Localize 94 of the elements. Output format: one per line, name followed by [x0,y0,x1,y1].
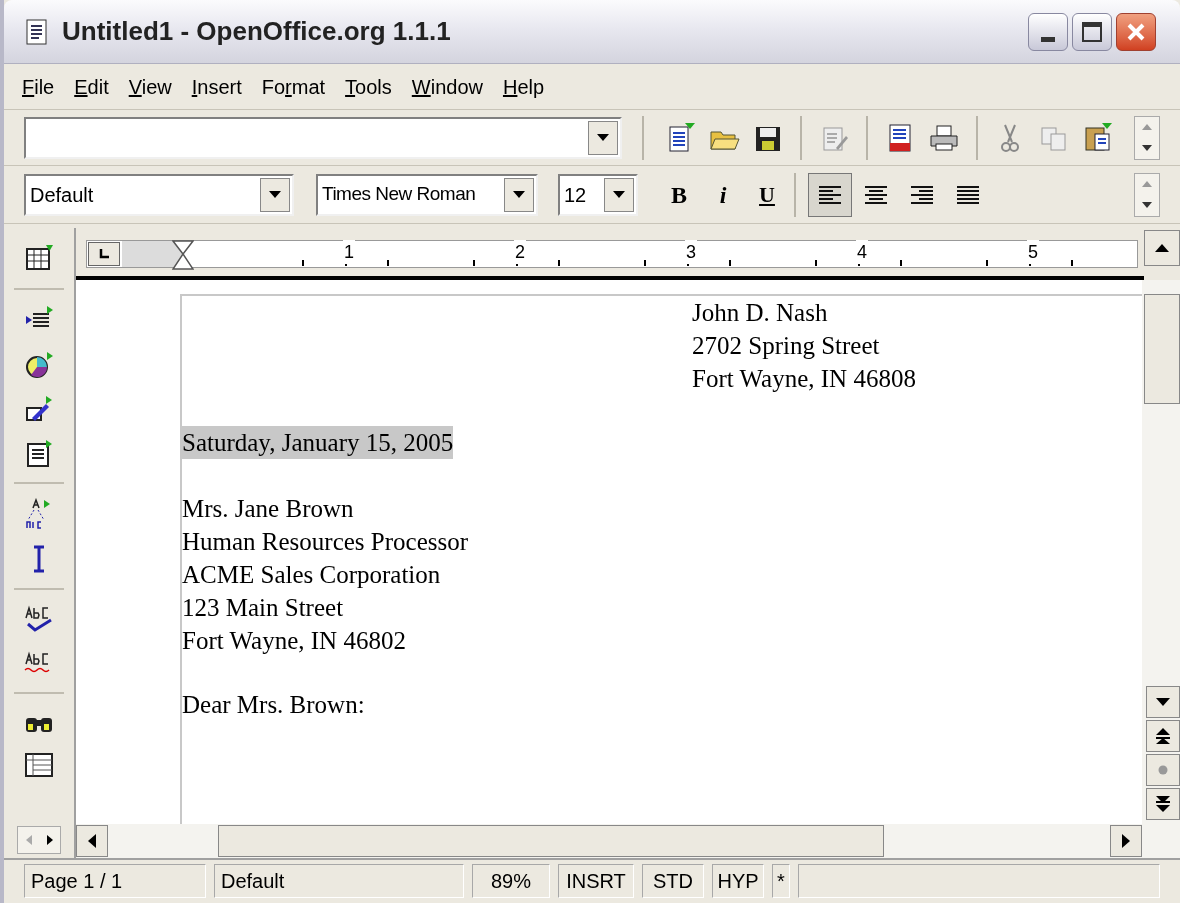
up-arrow-icon [1142,124,1152,130]
scroll-down-button[interactable] [1146,686,1180,718]
window-title: Untitled1 - OpenOffice.org 1.1.1 [62,15,452,48]
dropdown-button[interactable] [504,177,534,212]
down-arrow-icon [1142,145,1152,151]
ruler-number: 3 [685,240,697,264]
minimize-icon [1041,36,1055,42]
data-sources-icon[interactable] [23,750,55,780]
align-justify-icon [957,185,979,204]
menu-item[interactable]: View [118,68,182,105]
maximize-button[interactable] [1072,12,1112,51]
menu-item[interactable]: Tools [335,68,402,105]
hyperlink-mode: HYP [712,864,764,898]
right-arrow-icon [1122,834,1130,848]
align-left-button[interactable] [808,172,852,217]
combo-value: Default [29,182,95,208]
page-style: Default [214,864,464,898]
toolbar-scroll-buttons[interactable] [17,826,61,854]
bold-button[interactable]: B [664,176,694,213]
clipboard-icon[interactable] [1082,121,1114,154]
document-icon[interactable] [24,438,54,468]
ruler-number: 2 [514,240,526,264]
circle-icon [1158,765,1168,775]
ruler-number: 5 [1027,240,1039,264]
zoom-level: 89% [472,864,550,898]
up-arrow-icon [1155,244,1169,252]
menu-item[interactable]: Help [492,68,555,105]
pie-chart-icon[interactable] [24,350,54,380]
document-icon [24,17,50,46]
toolbar-scroll-buttons[interactable] [1134,115,1160,160]
maximize-icon [1082,21,1102,42]
modified-indicator: * [772,864,790,898]
double-down-arrow-icon [1156,796,1170,812]
menu-item[interactable]: File [12,68,65,105]
next-page-button[interactable] [1146,788,1180,820]
font-name-combo[interactable]: Times New Roman [316,173,538,216]
dropdown-button[interactable] [260,177,290,212]
left-arrow-icon [88,834,96,848]
menu-item[interactable]: Edit [64,68,119,105]
menu-item[interactable]: Window [401,68,493,105]
caret-icon [613,191,625,198]
scroll-thumb[interactable] [218,825,884,857]
paragraph-style-combo[interactable]: Default [24,173,294,216]
font-size-combo[interactable]: 12 [558,173,638,216]
dropdown-button[interactable] [588,120,618,155]
minimize-button[interactable] [1028,12,1068,51]
scroll-thumb[interactable] [1144,294,1180,404]
left-tab-icon [99,249,109,259]
toolbar-scroll-buttons[interactable] [1134,172,1160,217]
pen-icon[interactable] [24,394,54,424]
underline-button[interactable]: U [752,176,782,213]
scroll-left-button[interactable] [76,825,108,857]
recipient-address-line: 123 Main Street [182,593,344,623]
align-right-icon [911,185,933,204]
menu-item[interactable]: Format [251,68,336,105]
ruler-number: 4 [856,240,868,264]
combo-value: 12 [563,182,588,208]
up-arrow-icon [1142,181,1152,187]
combo-value: Times New Roman [321,182,477,207]
sender-address-line: 2702 Spring Street [692,331,880,361]
scroll-up-button[interactable] [1144,230,1180,266]
sender-address-line: John D. Nash [692,298,828,328]
insert-mode: INSRT [558,864,634,898]
align-left-icon [819,185,841,204]
down-arrow-icon [1142,202,1152,208]
date-field: Saturday, January 15, 2005 [182,426,454,459]
selection-mode: STD [642,864,704,898]
salutation: Dear Mrs. Brown: [182,690,365,720]
italic-button[interactable]: i [708,176,738,213]
tab-stop-button[interactable] [88,242,120,266]
recipient-address-line: Human Resources Processor [182,527,469,557]
sender-address-line: Fort Wayne, IN 46808 [692,364,916,394]
indent-marker-icon[interactable] [172,240,194,270]
ruler-margin-shading [122,241,182,267]
recipient-address-line: ACME Sales Corporation [182,560,441,590]
recipient-address-line: Mrs. Jane Brown [182,494,354,524]
right-arrow-icon [46,835,53,845]
ruler-number: 1 [343,240,355,264]
scroll-right-button[interactable] [1110,825,1142,857]
previous-page-button[interactable] [1146,720,1180,752]
close-button[interactable] [1116,12,1156,51]
down-arrow-icon [1156,698,1170,706]
url-field[interactable] [24,116,622,159]
page-count: Page 1 / 1 [24,864,206,898]
close-icon [1126,21,1146,42]
left-arrow-icon [25,835,32,845]
double-up-arrow-icon [1156,728,1170,744]
dropdown-button[interactable] [604,177,634,212]
caret-icon [269,191,281,198]
caret-icon [513,191,525,198]
align-center-icon [865,185,887,204]
recipient-address-line: Fort Wayne, IN 46802 [182,626,406,656]
caret-icon [597,134,609,141]
menu-item[interactable]: Insert [181,68,252,105]
